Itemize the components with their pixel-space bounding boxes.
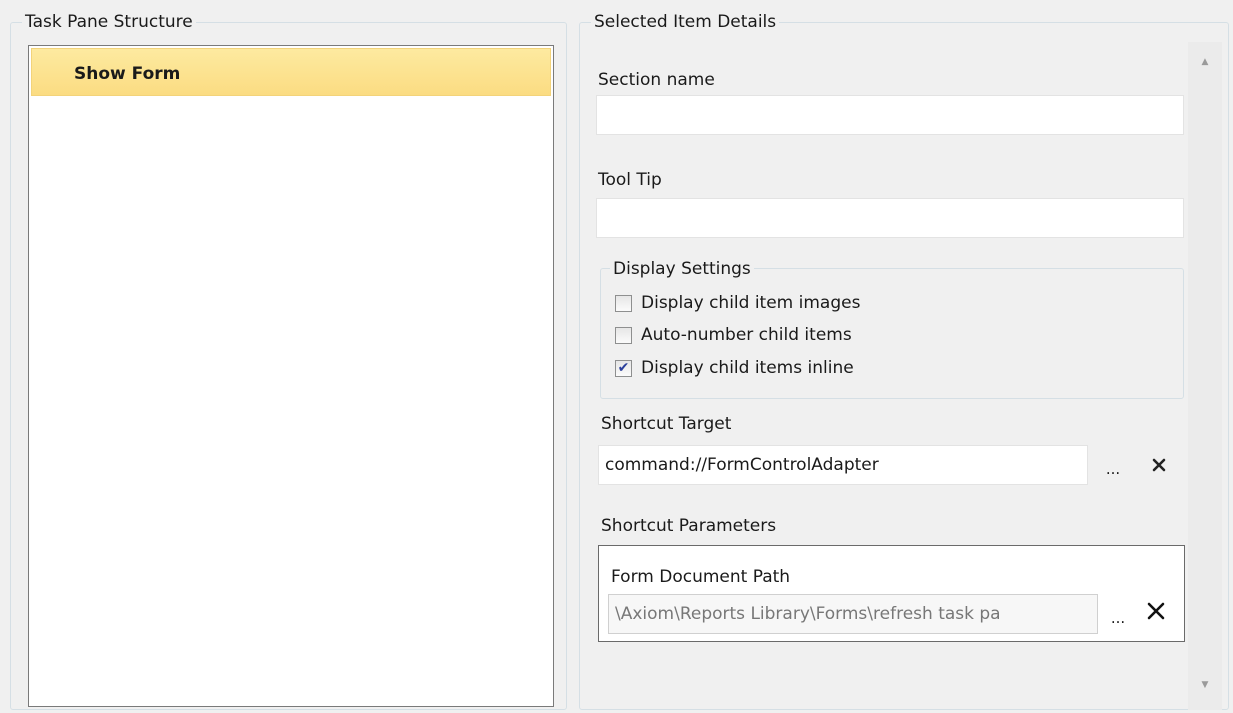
checkbox-checked[interactable]: ✔	[615, 359, 632, 377]
shortcut-parameters-label: Shortcut Parameters	[601, 516, 777, 536]
details-scrollbar[interactable]	[1188, 42, 1222, 710]
shortcut-target-label: Shortcut Target	[601, 414, 732, 434]
task-pane-structure-title: Task Pane Structure	[22, 12, 196, 32]
form-document-path-browse-button[interactable]: ...	[1105, 605, 1131, 631]
scroll-down-arrow-icon[interactable]: ▼	[1198, 678, 1212, 692]
checkbox-unchecked[interactable]	[615, 294, 632, 312]
option-display-child-images[interactable]: Display child item images	[615, 290, 860, 316]
tool-tip-input[interactable]	[596, 198, 1184, 238]
checkbox-unchecked[interactable]	[615, 326, 632, 344]
tree-item-label: Show Form	[74, 64, 181, 84]
form-document-path-clear-button[interactable]	[1143, 598, 1169, 624]
close-icon	[1147, 602, 1165, 620]
option-auto-number[interactable]: Auto-number child items	[615, 322, 852, 348]
task-pane-tree[interactable]: Show Form	[28, 45, 554, 707]
check-mark-icon: ✔	[617, 360, 630, 376]
tree-item-show-form[interactable]: Show Form	[31, 48, 551, 96]
shortcut-target-input[interactable]: command://FormControlAdapter	[598, 445, 1088, 485]
form-document-path-label: Form Document Path	[611, 567, 791, 587]
option-display-inline[interactable]: ✔ Display child items inline	[615, 355, 854, 381]
shortcut-target-browse-button[interactable]: ...	[1100, 456, 1126, 482]
section-name-label: Section name	[598, 70, 715, 90]
option-label: Auto-number child items	[641, 325, 852, 345]
option-label: Display child item images	[641, 293, 861, 313]
form-document-path-input[interactable]: \Axiom\Reports Library\Forms\refresh tas…	[608, 594, 1098, 634]
option-label: Display child items inline	[641, 358, 854, 378]
shortcut-target-clear-button[interactable]	[1146, 452, 1172, 478]
close-icon	[1152, 458, 1166, 472]
scroll-up-arrow-icon[interactable]: ▲	[1198, 55, 1212, 69]
selected-item-details-title: Selected Item Details	[591, 12, 780, 32]
section-name-input[interactable]	[596, 95, 1184, 135]
display-settings-title: Display Settings	[610, 259, 754, 279]
tool-tip-label: Tool Tip	[598, 170, 662, 190]
